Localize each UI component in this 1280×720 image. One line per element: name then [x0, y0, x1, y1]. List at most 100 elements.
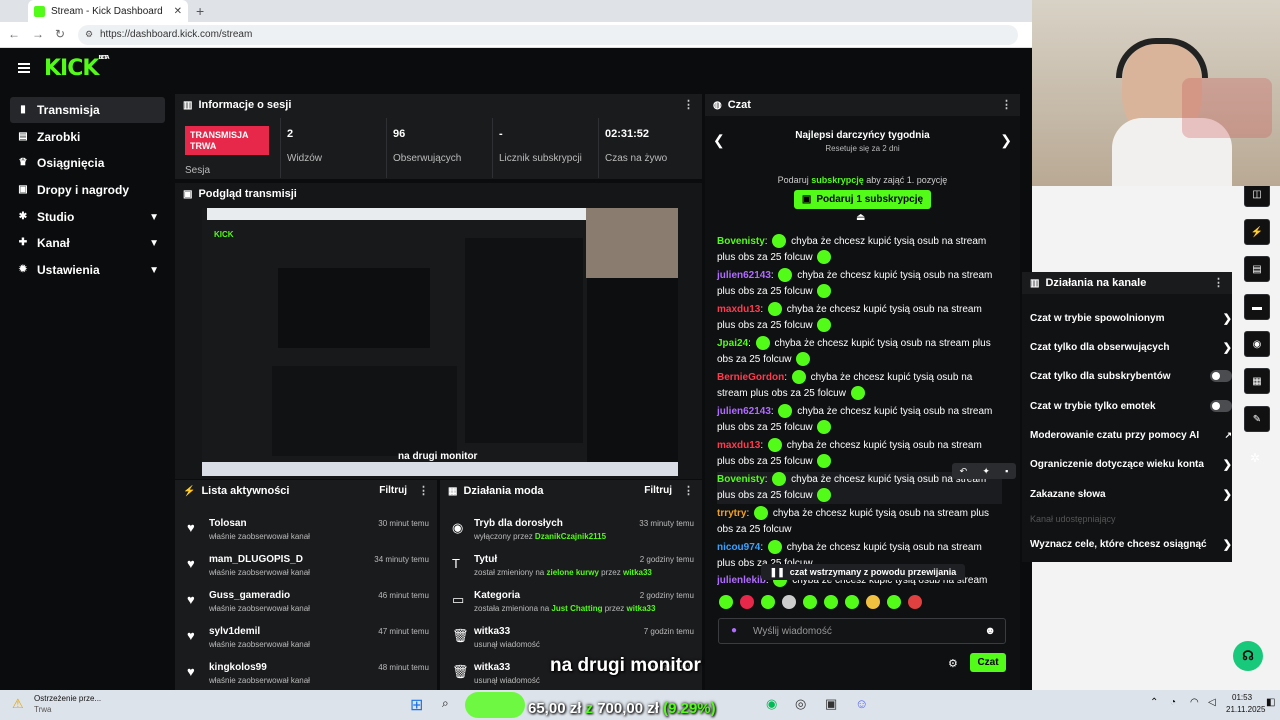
- browser-tab[interactable]: Stream - Kick Dashboard ✕: [28, 0, 188, 22]
- emote-icon[interactable]: [782, 595, 796, 610]
- broadcast-icon[interactable]: ◉: [1244, 331, 1270, 357]
- reload-icon[interactable]: ↻: [55, 27, 65, 41]
- subscribers-only-item: Czat tylko dla subskrybentów: [1030, 364, 1232, 388]
- apps-icon[interactable]: ✲: [1250, 451, 1260, 465]
- clock-date[interactable]: 21.11.2025: [1226, 705, 1265, 714]
- sidebar-item-dropy[interactable]: ▣ Dropy i nagrody: [10, 177, 165, 203]
- emote-icon[interactable]: [845, 595, 859, 610]
- gift-prompt: Podaruj subskrypcję aby zająć 1. pozycję: [777, 175, 948, 185]
- emote-only-toggle[interactable]: [1210, 400, 1232, 412]
- reply-icon[interactable]: ↶: [960, 466, 968, 477]
- eye-icon: ◉: [452, 520, 464, 535]
- sidebar: KICKBETA ▮ Transmisja ▤ Zarobki ♛ Osiągn…: [0, 48, 172, 690]
- gear-icon[interactable]: ⚙: [948, 657, 958, 670]
- more-options-icon[interactable]: ⋮: [1001, 98, 1012, 111]
- wifi-icon[interactable]: ◠: [1190, 697, 1199, 708]
- emote-icon[interactable]: [803, 595, 817, 610]
- microphone-icon[interactable]: ●: [731, 625, 737, 636]
- site-info-icon[interactable]: ⚙: [85, 29, 93, 40]
- document-icon[interactable]: ▤: [1244, 256, 1270, 282]
- clock-time[interactable]: 01:53: [1232, 693, 1252, 702]
- filter-button[interactable]: Filtruj: [644, 485, 672, 496]
- panel-title: Działania moda: [463, 485, 544, 497]
- chat-input[interactable]: ● Wyślij wiadomość ☻: [718, 618, 1006, 644]
- app-taskbar-icon[interactable]: ▣: [825, 696, 837, 712]
- chat-bubble-icon[interactable]: ▬: [1244, 294, 1270, 320]
- banned-words-item[interactable]: Zakazane słowa ❯: [1030, 482, 1232, 506]
- goals-item[interactable]: Wyznacz cele, które chcesz osiągnąć ❯: [1030, 532, 1232, 556]
- emote-icon: [754, 506, 769, 521]
- emote-icon[interactable]: [740, 595, 754, 610]
- pin-icon[interactable]: ✦: [982, 466, 990, 477]
- hamburger-menu-icon[interactable]: [18, 63, 30, 73]
- sidebar-item-kanal[interactable]: ✚ Kanał ▼: [10, 230, 165, 256]
- send-chat-button[interactable]: Czat: [970, 653, 1006, 672]
- support-chat-icon[interactable]: ☊: [1233, 641, 1263, 671]
- subscribers-only-toggle[interactable]: [1210, 370, 1232, 382]
- layout-icon[interactable]: ▦: [1244, 368, 1270, 394]
- collapse-icon[interactable]: ⏏: [856, 212, 865, 223]
- volume-icon[interactable]: ◁: [1208, 697, 1216, 708]
- weather-title[interactable]: Ostrzeżenie prze...: [34, 694, 101, 703]
- emote-icon: [767, 438, 782, 453]
- list-item: T Tytuł został zmieniony na zielone kurw…: [452, 554, 694, 577]
- chat-message: maxdu13: chyba że chcesz kupić tysią osu…: [717, 302, 982, 333]
- kick-logo[interactable]: KICKBETA: [44, 55, 110, 81]
- kick-taskbar-icon[interactable]: [465, 692, 525, 718]
- delete-icon[interactable]: ▪: [1005, 466, 1008, 476]
- ai-moderation-item[interactable]: Moderowanie czatu przy pomocy AI ↗: [1030, 423, 1232, 447]
- emote-icon[interactable]: [866, 595, 880, 610]
- stat-live-time: 02:31:52 Czas na żywo: [598, 118, 702, 178]
- preview-screen-capture: KICK: [202, 208, 587, 463]
- stream-preview-video[interactable]: KICK na drugi monitor: [202, 208, 678, 476]
- sidebar-item-ustawienia[interactable]: ✹ Ustawienia ▼: [10, 257, 165, 283]
- emote-icon[interactable]: [719, 595, 733, 610]
- chat-message: trrytry: chyba że chcesz kupić tysią osu…: [717, 506, 990, 535]
- slow-mode-item[interactable]: Czat w trybie spowolnionym ❯: [1030, 306, 1232, 330]
- emote-icon[interactable]: [908, 595, 922, 610]
- sidebar-item-studio[interactable]: ✱ Studio ▼: [10, 204, 165, 230]
- emote-icon[interactable]: [824, 595, 838, 610]
- discord-taskbar-icon[interactable]: ☺: [855, 696, 868, 711]
- steam-taskbar-icon[interactable]: ◎: [795, 696, 806, 712]
- tray-network-icon[interactable]: ◔: [1170, 697, 1176, 708]
- sidebar-item-zarobki[interactable]: ▤ Zarobki: [10, 124, 165, 150]
- more-options-icon[interactable]: ⋮: [418, 484, 429, 497]
- more-options-icon[interactable]: ⋮: [683, 484, 694, 497]
- more-options-icon[interactable]: ⋮: [1213, 276, 1224, 289]
- emote-icon[interactable]: [761, 595, 775, 610]
- forward-icon[interactable]: →: [32, 27, 44, 41]
- filter-button[interactable]: Filtruj: [379, 485, 407, 496]
- followers-only-item[interactable]: Czat tylko dla obserwujących ❯: [1030, 335, 1232, 359]
- tray-chevron-icon[interactable]: ⌃: [1150, 697, 1158, 708]
- close-tab-icon[interactable]: ✕: [174, 6, 182, 17]
- search-icon[interactable]: ⌕: [442, 696, 449, 711]
- browser-taskbar-icon[interactable]: ◉: [766, 696, 777, 712]
- session-label: Sesja: [185, 165, 211, 176]
- emote-icon: [817, 420, 832, 435]
- wrench-icon[interactable]: ✎: [1244, 406, 1270, 432]
- emote-icon: [817, 318, 832, 333]
- list-item: ◉ Tryb dla dorosłych wyłączony przez Dza…: [452, 518, 694, 541]
- weather-alert-icon[interactable]: ⚠: [12, 696, 24, 712]
- emoji-icon[interactable]: ☻: [984, 625, 996, 637]
- sidebar-item-osiagniecia[interactable]: ♛ Osiągnięcia: [10, 150, 165, 176]
- new-tab-button[interactable]: +: [196, 3, 204, 19]
- chat-paused-notice[interactable]: ❚❚ czat wstrzymany z powodu przewijania: [761, 564, 965, 580]
- webcam-overlay: [1032, 0, 1280, 186]
- emote-icon: [817, 488, 832, 503]
- notifications-icon[interactable]: ◧: [1266, 697, 1275, 708]
- emote-icon: [778, 404, 793, 419]
- chevron-right-icon: ❯: [1222, 538, 1232, 551]
- windows-start-icon[interactable]: ⊞: [410, 695, 423, 715]
- sidebar-item-transmisja[interactable]: ▮ Transmisja: [10, 97, 165, 123]
- gift-subscription-button[interactable]: ▣ Podaruj 1 subskrypcję: [794, 190, 931, 209]
- account-age-item[interactable]: Ograniczenie dotyczące wieku konta ❯: [1030, 452, 1232, 476]
- lightning-icon[interactable]: ⚡: [1244, 219, 1270, 245]
- back-icon[interactable]: ←: [8, 27, 20, 41]
- url-field[interactable]: ⚙ https://dashboard.kick.com/stream: [78, 25, 1018, 45]
- panel-header: ▥ Działania na kanale: [1022, 272, 1232, 294]
- more-options-icon[interactable]: ⋮: [683, 98, 694, 111]
- emote-icon[interactable]: [887, 595, 901, 610]
- chat-panel: ◍ Czat ⋮ ❮ ❯ Najlepsi darczyńcy tygodnia…: [705, 94, 1020, 690]
